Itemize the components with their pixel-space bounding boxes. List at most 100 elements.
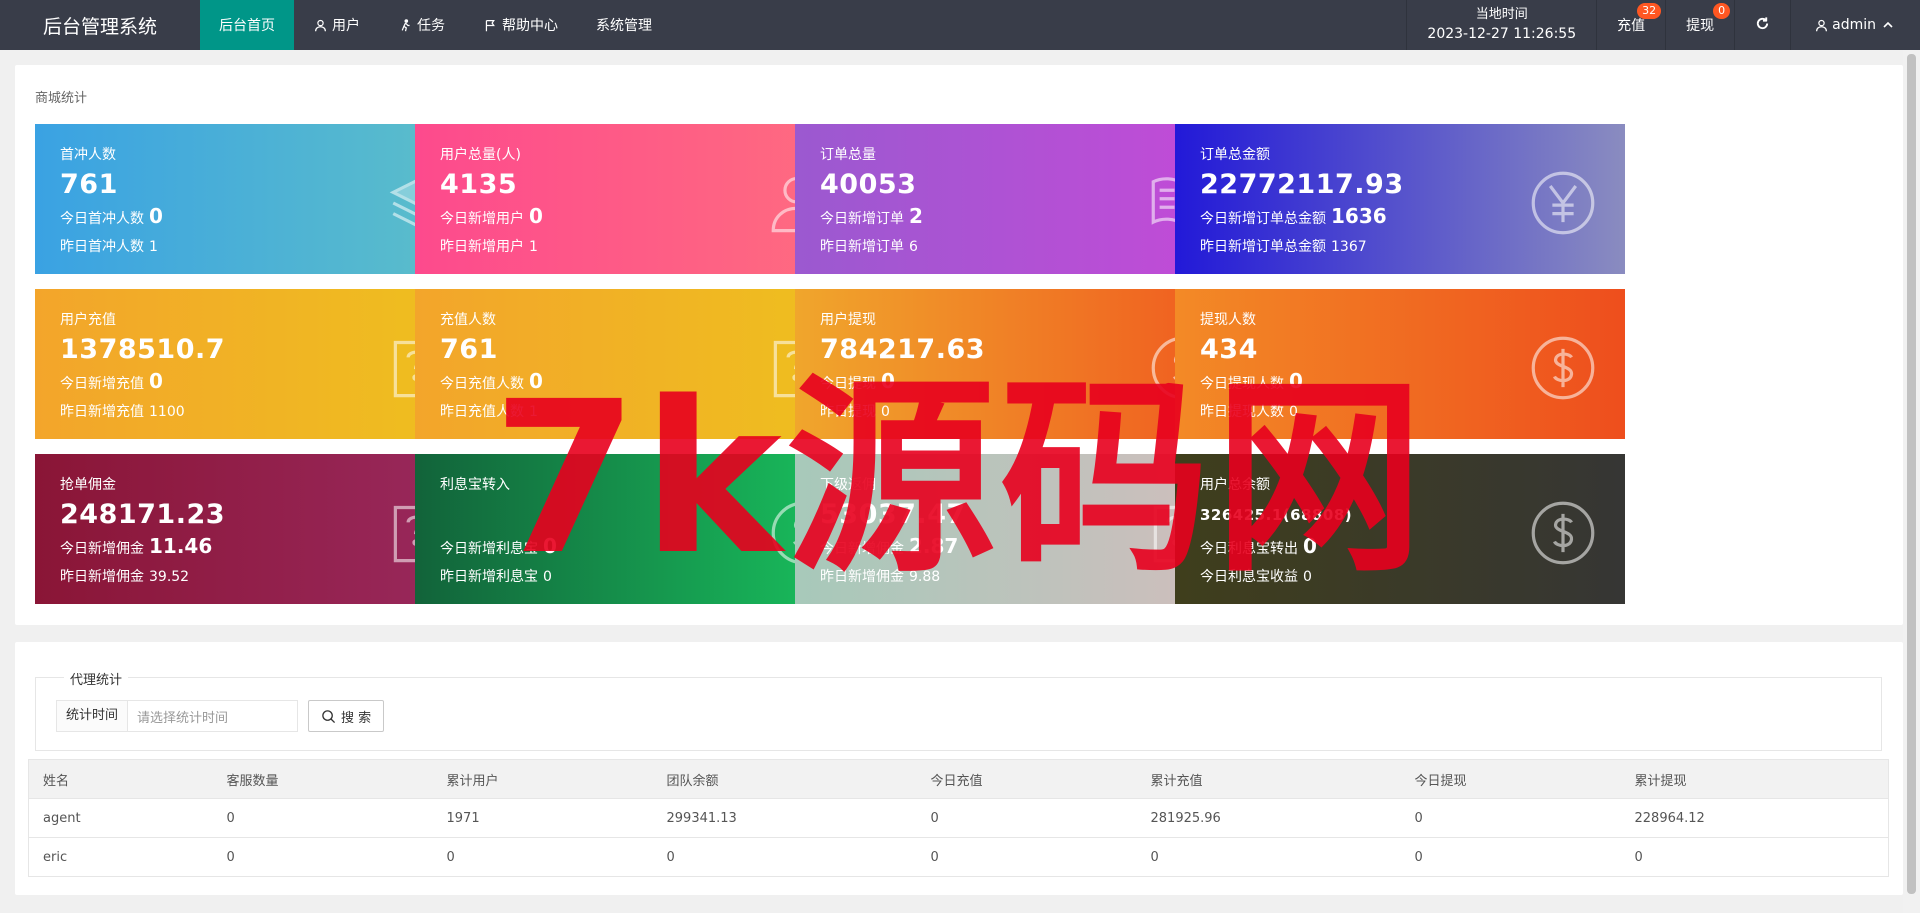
card-yesterday: 昨日充值人数 1 <box>440 401 538 421</box>
col-total-withdraw[interactable]: 累计提现 <box>1620 759 1889 799</box>
card-today-label: 今日首冲人数 <box>60 211 144 227</box>
card-yesterday-label: 昨日提现 <box>820 404 876 420</box>
user-icon <box>1815 19 1832 32</box>
nav-system-label: 系统管理 <box>596 18 652 34</box>
dollar-icon <box>1529 499 1597 567</box>
col-team-balance[interactable]: 团队余额 <box>652 759 917 799</box>
withdraw-badge: 0 <box>1713 3 1731 19</box>
card-yesterday-value: 1 <box>529 404 538 420</box>
vertical-scrollbar[interactable] <box>1903 50 1920 913</box>
cell-team-balance: 0 <box>652 837 917 877</box>
search-button[interactable]: 搜 索 <box>308 700 385 732</box>
user-name: admin <box>1832 17 1876 33</box>
card-today: 今日利息宝转出 0 <box>1200 534 1317 558</box>
mall-stats-panel: 商城统计 首冲人数 761 今日首冲人数 0 昨日首冲人数 1 用户总量(人) 4135 今日新… <box>15 65 1903 625</box>
clock-label: 当地时间 <box>1475 7 1528 22</box>
nav-tasks[interactable]: 任务 <box>379 0 464 50</box>
card-today-value: 11.46 <box>149 534 213 558</box>
card-today-label: 今日新增订单 <box>820 211 904 227</box>
card-yesterday-value: 0 <box>1303 569 1312 585</box>
cell-service-count: 0 <box>212 798 433 838</box>
nav-users[interactable]: 用户 <box>294 0 379 50</box>
recharge-button[interactable]: 充值 32 <box>1596 0 1665 50</box>
cell-name: agent <box>28 798 213 838</box>
card-today: 今日提现人数 0 <box>1200 369 1303 393</box>
stat-card: 订单总金额 22772117.93 今日新增订单总金额 1636 昨日新增订单总金额 13… <box>1175 124 1625 274</box>
card-title: 提现人数 <box>1200 312 1256 328</box>
card-value: 434 <box>1200 334 1258 365</box>
card-yesterday-value: 0 <box>1289 404 1298 420</box>
cell-name: eric <box>28 837 213 877</box>
cell-today-recharge: 0 <box>916 798 1137 838</box>
top-navbar: 后台管理系统 后台首页 用户 任务 帮助中心 系统管理 当地时间 2023-12… <box>0 0 1920 50</box>
card-yesterday-label: 昨日充值人数 <box>440 404 524 420</box>
card-value: 761 <box>440 334 498 365</box>
card-today: 今日新增订单 2 <box>820 204 923 228</box>
nav-home[interactable]: 后台首页 <box>200 0 294 50</box>
card-yesterday-value: 9.88 <box>909 569 941 585</box>
card-today: 今日首冲人数 0 <box>60 204 163 228</box>
app-logo[interactable]: 后台管理系统 <box>0 0 200 50</box>
card-yesterday: 昨日新增佣金 9.88 <box>820 566 940 586</box>
dollar-icon <box>1529 334 1597 402</box>
card-today-label: 今日新增佣金 <box>60 541 144 557</box>
card-today-label: 今日提现人数 <box>1200 376 1284 392</box>
main-nav: 后台首页 用户 任务 帮助中心 系统管理 <box>200 0 671 50</box>
card-yesterday: 昨日新增利息宝 0 <box>440 566 552 586</box>
table-row[interactable]: eric 0 0 0 0 0 0 0 <box>28 837 1889 877</box>
card-yesterday: 昨日新增订单 6 <box>820 236 918 256</box>
nav-system[interactable]: 系统管理 <box>577 0 671 50</box>
col-today-withdraw[interactable]: 今日提现 <box>1400 759 1621 799</box>
card-yesterday: 今日利息宝收益 0 <box>1200 566 1312 586</box>
card-yesterday-label: 昨日新增佣金 <box>60 569 144 585</box>
card-yesterday-value: 1 <box>529 239 538 255</box>
card-yesterday-label: 昨日提现人数 <box>1200 404 1284 420</box>
card-yesterday-value: 1 <box>149 239 158 255</box>
card-yesterday-value: 1367 <box>1331 239 1367 255</box>
col-service-count[interactable]: 客服数量 <box>212 759 433 799</box>
user-menu[interactable]: admin <box>1790 0 1920 50</box>
card-title: 利息宝转入 <box>440 477 510 493</box>
col-total-users[interactable]: 累计用户 <box>432 759 653 799</box>
withdraw-button[interactable]: 提现 0 <box>1665 0 1734 50</box>
card-value: 784217.63 <box>820 334 986 365</box>
card-today-label: 今日新增订单总金额 <box>1200 211 1326 227</box>
card-yesterday-label: 昨日新增利息宝 <box>440 569 538 585</box>
agent-table-header: 姓名 客服数量 累计用户 团队余额 今日充值 累计充值 今日提现 累计提现 <box>28 759 1889 799</box>
card-today: 今日新增佣金 11.46 <box>60 534 212 558</box>
col-total-recharge[interactable]: 累计充值 <box>1136 759 1401 799</box>
card-title: 订单总量 <box>820 147 876 163</box>
stat-time-label: 统计时间 <box>56 700 129 732</box>
card-today-value: 0 <box>149 369 163 393</box>
card-today: 今日充值人数 0 <box>440 369 543 393</box>
card-value: 248171.23 <box>60 499 226 530</box>
stat-time-input[interactable]: 请选择统计时间 <box>128 700 299 732</box>
card-title: 充值人数 <box>440 312 496 328</box>
card-yesterday-label: 今日利息宝收益 <box>1200 569 1298 585</box>
cell-total-users: 1971 <box>432 798 653 838</box>
card-yesterday: 昨日新增用户 1 <box>440 236 538 256</box>
card-value: 326425.1(68808) <box>1200 506 1353 524</box>
refresh-button[interactable] <box>1734 0 1790 50</box>
scrollbar-thumb[interactable] <box>1907 54 1916 894</box>
col-today-recharge[interactable]: 今日充值 <box>916 759 1137 799</box>
card-title: 首冲人数 <box>60 147 116 163</box>
col-name[interactable]: 姓名 <box>28 759 213 799</box>
card-yesterday-label: 昨日首冲人数 <box>60 239 144 255</box>
topbar-right: 当地时间 2023-12-27 11:26:55 充值 32 提现 0 admi… <box>1406 0 1920 50</box>
agent-filter-fieldset: 代理统计 统计时间 请选择统计时间 搜 索 <box>35 669 1882 751</box>
local-clock: 当地时间 2023-12-27 11:26:55 <box>1406 0 1596 50</box>
nav-help[interactable]: 帮助中心 <box>464 0 577 50</box>
card-title: 用户提现 <box>820 312 876 328</box>
card-today: 今日新增订单总金额 1636 <box>1200 204 1387 228</box>
card-yesterday: 昨日提现人数 0 <box>1200 401 1298 421</box>
agent-stats-legend: 代理统计 <box>64 669 129 688</box>
card-today-label: 今日新增利息宝 <box>440 541 538 557</box>
card-yesterday-label: 昨日新增订单 <box>820 239 904 255</box>
card-today-label: 今日新增佣金 <box>820 541 904 557</box>
card-yesterday: 昨日新增订单总金额 1367 <box>1200 236 1367 256</box>
cell-today-recharge: 0 <box>916 837 1137 877</box>
table-row[interactable]: agent 0 1971 299341.13 0 281925.96 0 228… <box>28 798 1889 838</box>
card-yesterday-label: 昨日新增佣金 <box>820 569 904 585</box>
card-value: 1378510.7 <box>60 334 226 365</box>
